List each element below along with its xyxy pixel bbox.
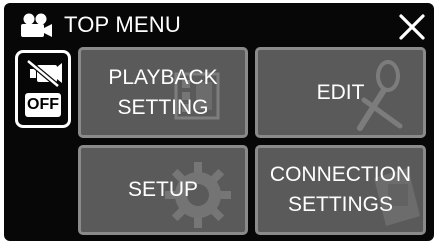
close-icon[interactable] <box>397 12 427 42</box>
edit-label: EDIT <box>316 80 365 104</box>
connection-settings-button[interactable]: CONNECTION SETTINGS <box>255 145 426 235</box>
header: TOP MENU <box>4 3 434 47</box>
mute-toggle-button[interactable]: OFF <box>15 50 71 128</box>
top-menu-screen: TOP MENU OFF PLAYBACK SETTING EDIT SETUP… <box>4 3 434 241</box>
connection-settings-label: CONNECTION SETTINGS <box>269 163 412 216</box>
playback-setting-label: PLAYBACK SETTING <box>108 65 218 119</box>
page-title: TOP MENU <box>64 12 181 37</box>
mute-icon <box>26 59 62 87</box>
setup-label: SETUP <box>127 178 198 201</box>
mute-off-badge: OFF <box>25 93 61 117</box>
setup-button[interactable]: SETUP <box>78 145 248 235</box>
video-camera-icon <box>21 13 52 37</box>
edit-button[interactable]: EDIT <box>255 47 426 138</box>
playback-setting-button[interactable]: PLAYBACK SETTING <box>78 47 248 138</box>
